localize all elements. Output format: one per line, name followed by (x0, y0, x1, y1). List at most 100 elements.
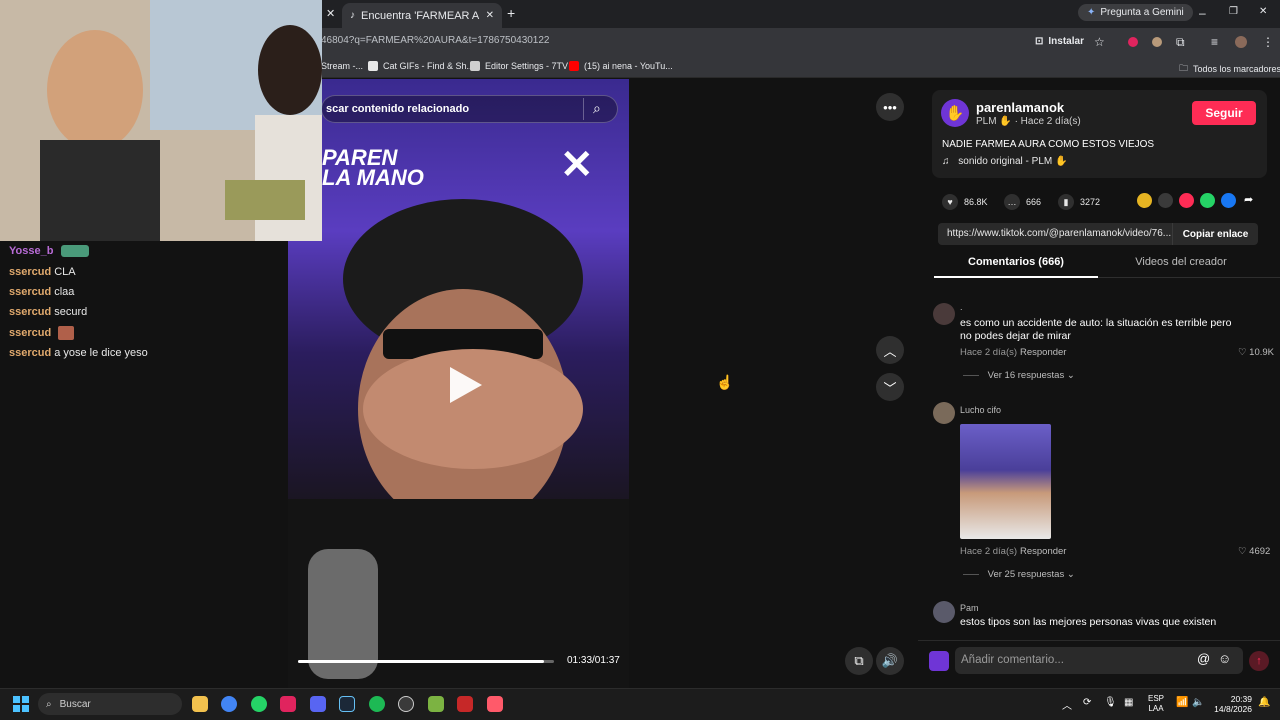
send-icon[interactable] (1179, 193, 1194, 208)
creator-name[interactable]: parenlamanok (976, 100, 1064, 115)
restore-button[interactable]: ❐ (1229, 6, 1238, 17)
comment-avatar[interactable] (933, 601, 955, 623)
app-pink-icon[interactable] (487, 696, 503, 712)
game-launcher-icon[interactable] (428, 696, 444, 712)
tray-sync-icon[interactable]: ⟳ (1083, 697, 1091, 708)
bookmark-youtube[interactable]: (15) ai nena - YouTu... (569, 61, 673, 71)
coin-share-icon[interactable] (1137, 193, 1152, 208)
language-indicator[interactable]: ESP LAA (1148, 694, 1164, 714)
chrome-icon[interactable] (221, 696, 237, 712)
tab-creator-videos[interactable]: Videos del creador (1100, 256, 1262, 268)
comment-like-button[interactable]: ♡ 10.9K (1238, 347, 1274, 358)
steam-icon[interactable] (339, 696, 355, 712)
channel-logo: PAREN LA MANO (322, 145, 424, 190)
media-icon[interactable]: ≡ (1211, 35, 1218, 49)
chevron-down-icon: ﹀ (883, 380, 897, 396)
app-dark-red-icon[interactable] (457, 696, 473, 712)
comment-count: 666 (1026, 197, 1042, 207)
emoji-icon[interactable]: ☺ (1218, 651, 1231, 666)
url-field[interactable]: 46804?q=FARMEAR%20AURA&t=1786750430122 (321, 35, 550, 46)
bookmark-7tv[interactable]: Editor Settings - 7TV (470, 61, 568, 71)
wifi-icon[interactable]: 📶 (1176, 697, 1188, 708)
whatsapp-taskbar-icon[interactable] (251, 696, 267, 712)
play-icon[interactable] (442, 363, 486, 407)
close-tab-icon[interactable]: ✕ (486, 10, 494, 21)
comment-username[interactable]: Pam (960, 603, 979, 613)
search-icon[interactable]: ⌕ (593, 100, 601, 117)
pip-icon: ⧉ (854, 653, 864, 668)
extension-cookie-icon[interactable] (1152, 37, 1162, 47)
discord-icon[interactable] (310, 696, 326, 712)
tray-gpu-icon[interactable]: ▦ (1124, 697, 1133, 708)
youtube-icon (569, 61, 579, 71)
save-button[interactable]: ▮ 3272 (1058, 194, 1100, 210)
more-options-button[interactable]: ••• (876, 93, 904, 121)
new-tab-button[interactable]: + (507, 5, 515, 21)
comment-username[interactable]: . (960, 302, 963, 312)
sound-link[interactable]: ♫ sonido original - PLM ✋ (942, 156, 1067, 167)
tray-chevron-icon[interactable]: ︿ (1062, 697, 1072, 712)
all-bookmarks-label: Todos los marcadores (1193, 64, 1280, 74)
previous-video-button[interactable]: ︿ (876, 336, 904, 364)
menu-icon[interactable]: ⋮ (1262, 35, 1274, 49)
all-bookmarks[interactable]: 🗀 Todos los marcadores (1179, 61, 1280, 77)
close-tab-icon[interactable]: ✕ (326, 7, 335, 20)
comment-image[interactable] (960, 424, 1051, 539)
tray-mic-icon[interactable]: 🎙 (1104, 697, 1117, 708)
extensions-icon[interactable]: ⧉ (1176, 35, 1185, 50)
extension-red-icon[interactable] (1128, 37, 1138, 47)
bookmark-cat-gifs[interactable]: Cat GIFs - Find & Sh... (368, 61, 474, 71)
reply-button[interactable]: Responder (1020, 347, 1066, 358)
view-replies-button[interactable]: Ver 25 respuestas ⌄ (963, 569, 1075, 580)
related-search-input[interactable]: scar contenido relacionado (321, 95, 618, 123)
comment-avatar[interactable] (933, 303, 955, 325)
comment-avatar[interactable] (933, 402, 955, 424)
more-icon: ••• (883, 99, 897, 115)
view-replies-button[interactable]: Ver 16 respuestas ⌄ (963, 370, 1075, 381)
obs-icon[interactable] (398, 696, 414, 712)
video-description: NADIE FARMEA AURA COMO ESTOS VIEJOS (942, 139, 1155, 150)
copy-link-button[interactable]: Copiar enlace (1172, 223, 1258, 245)
like-button[interactable]: ♥ 86.8K (942, 194, 988, 210)
pip-button[interactable]: ⧉ (845, 647, 873, 675)
notification-icon[interactable]: 🔔 (1258, 697, 1270, 708)
close-window-button[interactable]: ✕ (1259, 6, 1267, 17)
chat-username: Yosse_b (9, 245, 54, 257)
post-comment-button[interactable]: ↑ (1249, 651, 1269, 671)
save-count: 3272 (1080, 197, 1101, 207)
whatsapp-icon[interactable] (1200, 193, 1215, 208)
clock[interactable]: 20:39 14/8/2026 (1208, 694, 1252, 714)
volume-button[interactable]: 🔊 (876, 647, 904, 675)
bookmark-stream[interactable]: Stream -... (321, 61, 363, 71)
comment-username[interactable]: Lucho cifo (960, 405, 1001, 415)
creator-avatar[interactable]: ✋ (941, 99, 969, 127)
progress-bar[interactable] (298, 660, 554, 663)
profile-avatar[interactable] (1235, 36, 1247, 48)
gemini-button[interactable]: ✦ Pregunta a Gemini (1078, 4, 1193, 21)
share-arrow-icon[interactable]: ➦ (1244, 193, 1253, 206)
follow-button[interactable]: Seguir (1192, 101, 1256, 125)
install-button[interactable]: ⊡ Instalar (1035, 36, 1084, 47)
tab-comments[interactable]: Comentarios (666) (934, 256, 1098, 268)
facebook-icon[interactable] (1221, 193, 1236, 208)
search-icon: ⌕ (46, 698, 52, 710)
tab-tiktok[interactable]: ♪ Encuentra 'FARMEAR AURA' en ✕ (342, 3, 502, 28)
taskbar-search[interactable]: ⌕ Buscar (38, 693, 182, 715)
embed-icon[interactable] (1158, 193, 1173, 208)
mention-icon[interactable]: @ (1197, 651, 1210, 666)
comment-button[interactable]: … 666 (1004, 194, 1041, 210)
minimize-button[interactable]: – (1199, 6, 1206, 20)
chat-line: ssercud (9, 326, 75, 340)
speaker-icon[interactable]: 🔈 (1192, 697, 1204, 708)
sound-label: sonido original - PLM ✋ (958, 156, 1068, 167)
comment-like-button[interactable]: ♡ 4692 (1238, 546, 1270, 557)
reply-button[interactable]: Responder (1020, 546, 1066, 557)
user-avatar[interactable] (929, 651, 949, 671)
spotify-icon[interactable] (369, 696, 385, 712)
share-link-field[interactable]: https://www.tiktok.com/@parenlamanok/vid… (938, 223, 1172, 245)
next-video-button[interactable]: ﹀ (876, 373, 904, 401)
windows-start-icon[interactable] (13, 696, 29, 712)
file-explorer-icon[interactable] (192, 696, 208, 712)
app-red-icon[interactable] (280, 696, 296, 712)
star-icon[interactable]: ☆ (1094, 35, 1105, 49)
